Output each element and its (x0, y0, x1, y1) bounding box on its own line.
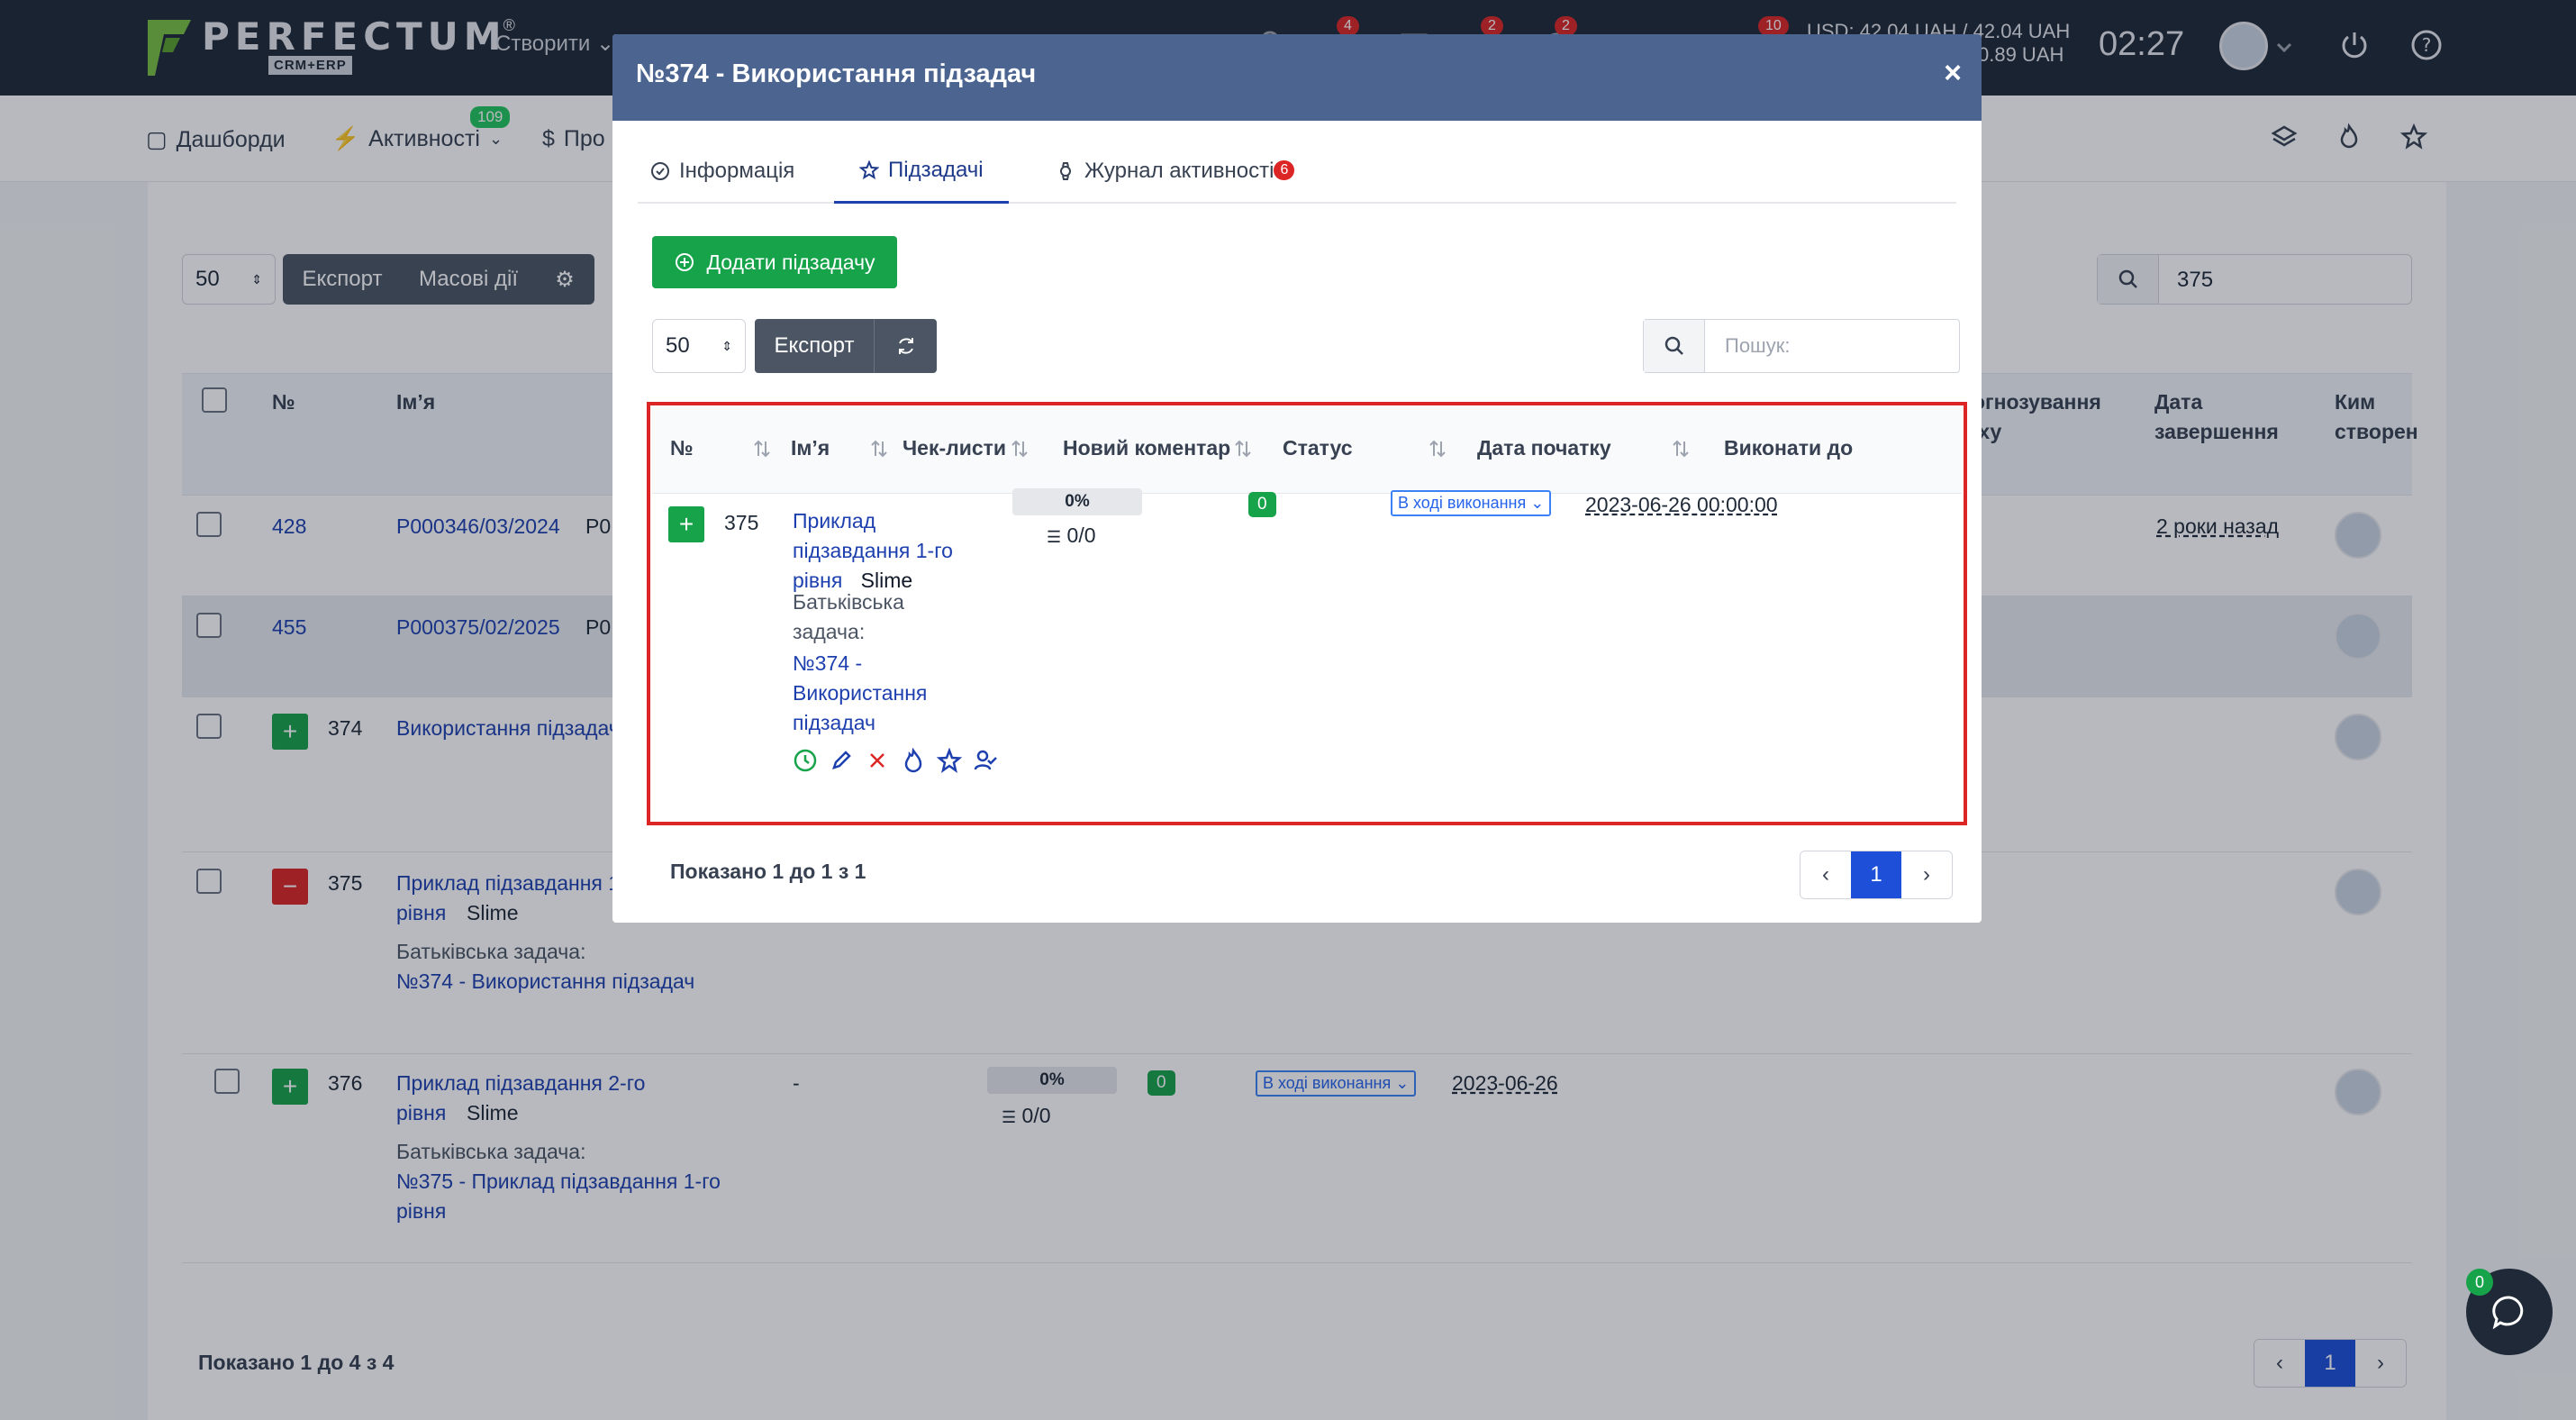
modal-title: №374 - Використання підзадач (636, 59, 1037, 88)
search-input[interactable] (1707, 320, 1955, 372)
modal-per-page-value: 50 (666, 333, 690, 358)
add-subtask-button[interactable]: Додати підзадачу (652, 236, 897, 288)
close-icon[interactable]: × (1944, 58, 1962, 88)
star-icon (859, 159, 879, 179)
search-icon-box (1644, 320, 1705, 372)
check-circle-icon (651, 162, 669, 180)
modal-search (1643, 319, 1960, 373)
tab-subtasks[interactable]: Підзадачі (834, 139, 1009, 204)
next-page-button[interactable]: › (1901, 851, 1952, 898)
modal-export-button[interactable]: Експорт (755, 319, 874, 373)
tab-activity-log[interactable]: Журнал активності 6 (1052, 139, 1298, 204)
plus-circle-icon (676, 253, 694, 271)
tab-info-label: Інформація (679, 159, 795, 183)
sort-arrows-icon: ⇕ (721, 338, 732, 353)
refresh-button[interactable] (874, 319, 937, 373)
modal-footer-info: Показано 1 до 1 з 1 (670, 860, 866, 883)
page-button[interactable]: 1 (1851, 851, 1901, 898)
add-subtask-label: Додати підзадачу (706, 250, 875, 274)
watch-icon (1060, 162, 1071, 180)
tab-activity-log-label: Журнал активності (1084, 159, 1274, 183)
subtasks-modal: №374 - Використання підзадач × Інформаці… (612, 34, 1982, 923)
chat-widget-badge: 0 (2466, 1269, 2493, 1296)
modal-tabs: Інформація Підзадачі Журнал активності 6 (638, 139, 1956, 204)
modal-pagination: ‹ 1 › (1800, 851, 1953, 899)
search-icon (1664, 336, 1683, 355)
refresh-icon (898, 338, 913, 354)
modal-per-page-select[interactable]: 50 ⇕ (652, 319, 746, 373)
tab-info[interactable]: Інформація (647, 139, 798, 204)
tab-subtasks-label: Підзадачі (888, 157, 984, 182)
prev-page-button[interactable]: ‹ (1800, 851, 1851, 898)
highlight-box (647, 402, 1967, 825)
chat-bubble-icon (2492, 1296, 2524, 1330)
activity-log-badge: 6 (1274, 160, 1295, 180)
modal-header: №374 - Використання підзадач × (612, 34, 1982, 121)
